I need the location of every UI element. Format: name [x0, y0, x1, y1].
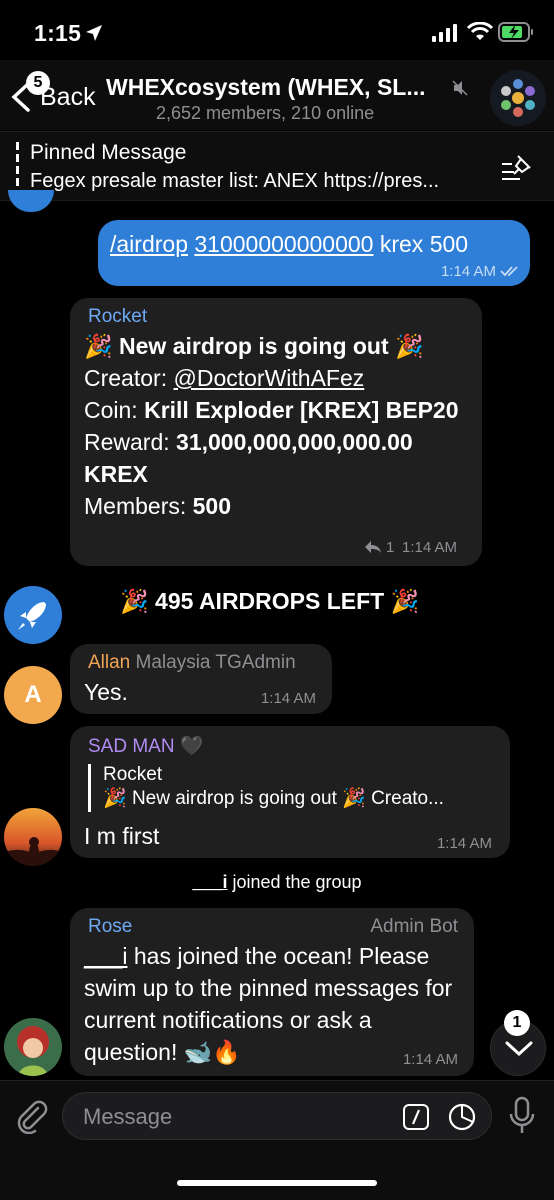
microphone-icon[interactable]: [508, 1096, 536, 1136]
muted-icon: [452, 80, 468, 96]
pinned-list-icon[interactable]: [500, 152, 534, 182]
party-icon: 🎉: [342, 788, 366, 809]
sender-tag: Admin Bot: [370, 916, 458, 937]
pinned-title: Pinned Message: [30, 141, 187, 164]
sender-tag: Malaysia TGAdmin: [135, 652, 296, 673]
rocket-message[interactable]: Rocket 🎉 New airdrop is going out 🎉 Crea…: [70, 298, 482, 566]
sender-name[interactable]: Rocket: [88, 306, 147, 328]
silhouette-icon: [4, 837, 62, 866]
location-icon: [86, 25, 102, 41]
reward-label: Reward:: [84, 429, 177, 455]
avatar[interactable]: A: [4, 666, 62, 724]
sender-name[interactable]: Rose: [88, 916, 132, 938]
signal-icon: [432, 24, 457, 42]
pinned-indicator: [16, 142, 19, 194]
reply-sender: Rocket: [103, 764, 163, 785]
airdrops-left-message[interactable]: 🎉 495 AIRDROPS LEFT 🎉: [120, 588, 419, 615]
reply-icon: [365, 541, 381, 553]
party-icon: 🎉: [103, 788, 127, 809]
mentioned-user[interactable]: ___i: [84, 943, 127, 969]
status-bar: 1:15: [0, 0, 554, 68]
message-placeholder: Message: [83, 1104, 173, 1129]
pinned-message-bar[interactable]: Pinned Message Fegex presale master list…: [0, 131, 554, 201]
wifi-icon: [467, 22, 493, 40]
members-label: Members:: [84, 493, 193, 519]
party-icon: 🎉: [84, 333, 113, 359]
rocket-avatar[interactable]: [4, 586, 62, 644]
battery-icon: [498, 22, 533, 42]
message-text: has joined the ocean! Please swim up to …: [84, 943, 453, 1065]
status-time: 1:15: [34, 20, 82, 46]
avatar[interactable]: [4, 808, 62, 866]
rocket-icon: [18, 602, 46, 630]
sticker-icon[interactable]: [447, 1102, 477, 1132]
creator-label: Creator:: [84, 365, 174, 391]
party-icon: 🎉: [120, 588, 149, 614]
whale-icon: 🐋: [183, 1039, 213, 1065]
back-button[interactable]: 5 Back: [8, 68, 108, 124]
message-time: 1:14 AM: [436, 835, 492, 852]
pinned-text: Fegex presale master list: ANEX https://…: [30, 170, 440, 192]
reply-count: 1: [386, 539, 395, 556]
coin-label: Coin:: [84, 397, 145, 423]
chevron-down-icon: [505, 1041, 533, 1057]
message-time: 1:14 AM: [402, 1051, 458, 1068]
reply-text: New airdrop is going out: [131, 788, 337, 809]
command-rest: krex 500: [373, 231, 469, 257]
sender-avatar-partial: [8, 190, 54, 212]
reply-preview[interactable]: Rocket 🎉 New airdrop is going out 🎉 Crea…: [88, 764, 498, 812]
command-link[interactable]: /airdrop: [110, 231, 188, 257]
airdrop-headline: New airdrop is going out: [119, 333, 389, 359]
join-service-message: ___i joined the group: [0, 872, 554, 893]
bot-commands-icon[interactable]: [403, 1104, 429, 1130]
allan-message[interactable]: Allan Malaysia TGAdmin Yes. 1:14 AM: [70, 644, 332, 714]
message-time: 1:14 AM: [260, 690, 316, 707]
sender-name[interactable]: SAD MAN: [88, 736, 175, 757]
back-label: Back: [40, 83, 96, 111]
chat-subtitle: 2,652 members, 210 online: [156, 103, 375, 123]
home-indicator: [177, 1180, 377, 1186]
rose-message[interactable]: Rose Admin Bot ___i has joined the ocean…: [70, 908, 474, 1076]
joined-user[interactable]: ___i: [192, 872, 227, 892]
joined-text: joined the group: [227, 872, 362, 892]
sadman-message[interactable]: SAD MAN 🖤 Rocket 🎉 New airdrop is going …: [70, 726, 510, 858]
rose-bot-avatar-icon: [17, 1026, 49, 1076]
message-input[interactable]: Message: [62, 1092, 492, 1140]
message-time: 1:14 AM: [402, 539, 458, 556]
reply-tail: Creato...: [371, 788, 444, 809]
message-text: I m first: [84, 823, 160, 849]
black-heart-icon: 🖤: [179, 736, 204, 757]
members-value: 500: [192, 493, 232, 519]
party-icon: 🎉: [395, 333, 424, 359]
message-time: 1:14 AM: [440, 263, 496, 280]
coin-value: Krill Exploder [KREX] BEP20: [144, 397, 459, 423]
fire-icon: 🔥: [212, 1039, 242, 1065]
outgoing-message[interactable]: /airdrop 31000000000000 krex 500 1:14 AM: [98, 220, 530, 286]
chat-title[interactable]: WHEXcosystem (WHEX, SL...: [106, 74, 456, 101]
airdrops-left-text: 495 AIRDROPS LEFT: [155, 588, 385, 614]
group-avatar[interactable]: [490, 70, 546, 126]
creator-link[interactable]: @DoctorWithAFez: [173, 365, 364, 391]
message-text: Yes.: [84, 679, 128, 705]
group-logo-icon: [490, 70, 546, 126]
avatar[interactable]: [4, 1018, 62, 1076]
attach-icon[interactable]: [14, 1098, 48, 1134]
amount-link[interactable]: 31000000000000: [194, 231, 373, 257]
unread-badge: 1: [504, 1010, 530, 1036]
read-checks-icon: [500, 266, 518, 277]
party-icon: 🎉: [390, 588, 420, 614]
sender-name[interactable]: Allan: [88, 652, 130, 673]
